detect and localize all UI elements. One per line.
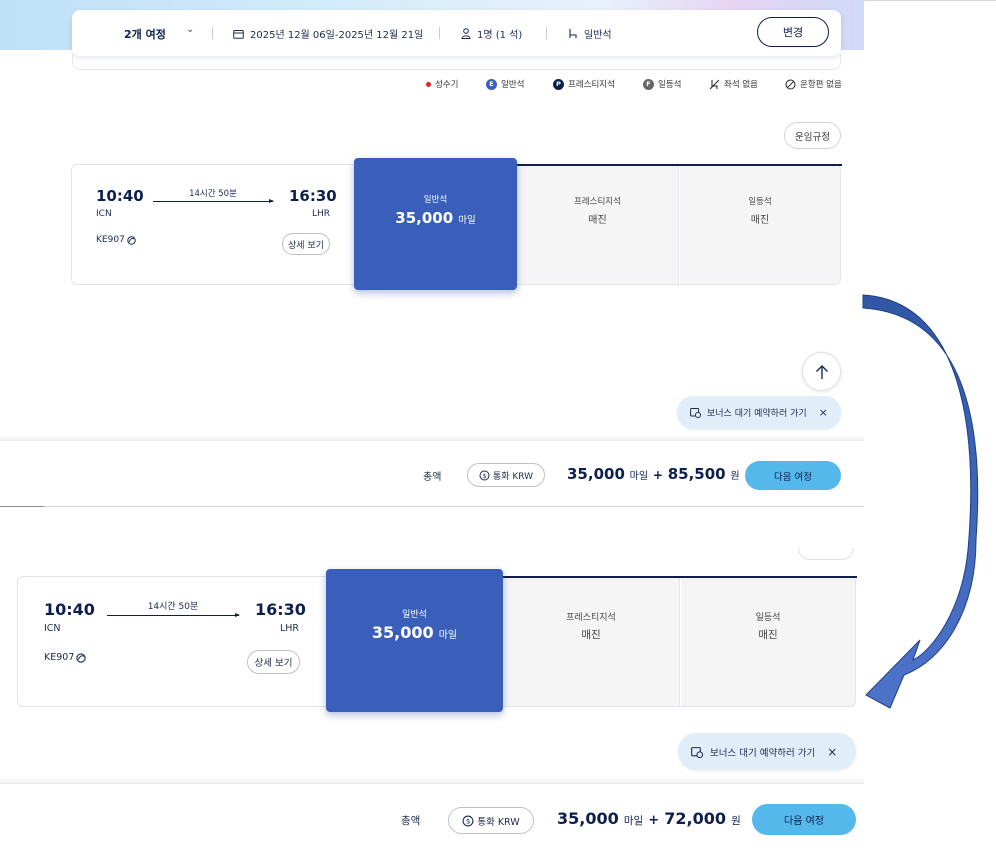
prestige-label: 프레스티지석 <box>574 197 621 207</box>
screenshot-divider-accent <box>0 506 44 507</box>
total-price-bar: 총액 $ 통화 KRW 35,000 마일 + 72,000 원 다음 여정 <box>0 783 864 852</box>
first-status: 매진 <box>758 629 778 641</box>
first-label: 일등석 <box>755 613 781 623</box>
passenger-count: 1명 (1 석) <box>461 26 522 41</box>
calendar-clock-icon <box>691 746 703 758</box>
prestige-badge-icon: P <box>553 78 564 90</box>
prestige-status: 매진 <box>588 215 607 226</box>
annotation-arrow-icon <box>862 294 979 709</box>
calendar-icon <box>233 29 244 39</box>
arrival-time: 16:30 <box>255 600 306 619</box>
trip-type-select[interactable]: 2개 여정 <box>124 26 166 42</box>
date-range: 2025년 12월 06일-2025년 12월 21일 <box>233 26 423 41</box>
flight-duration: 14시간 50분 <box>189 189 237 199</box>
departure-time: 10:40 <box>44 600 95 619</box>
legend-first: F 일등석 <box>643 78 681 90</box>
legend-peak: 성수기 <box>426 78 458 90</box>
search-summary-panel <box>72 54 841 70</box>
first-label: 일등석 <box>748 197 772 207</box>
departure-time: 10:40 <box>96 187 144 205</box>
no-seat-icon <box>709 79 720 89</box>
peak-dot-icon <box>426 81 431 87</box>
economy-class-selected[interactable]: 일반석 35,000 마일 <box>354 158 517 290</box>
arrival-airport: LHR <box>312 209 331 219</box>
first-status: 매진 <box>750 215 770 226</box>
screenshot-divider <box>0 506 864 507</box>
departure-airport: ICN <box>44 623 61 634</box>
fare-rules-button-partial[interactable] <box>798 548 854 560</box>
currency-selector[interactable]: $ 통화 KRW <box>448 807 534 834</box>
no-flight-icon <box>785 79 796 89</box>
date-range-text: 2025년 12월 06일-2025년 12월 21일 <box>250 30 424 41</box>
prestige-class-cell: 프레스티지석 매진 <box>517 166 679 284</box>
route-arrow <box>107 613 240 617</box>
arrow-up-icon <box>815 364 828 379</box>
flight-number: KE907 <box>96 235 136 245</box>
economy-label: 일반석 <box>402 610 427 620</box>
skyteam-icon <box>76 652 87 663</box>
first-class-cell: 일등석 매진 <box>681 578 855 706</box>
first-class-cell: 일등석 매진 <box>680 166 840 284</box>
economy-badge-icon: E <box>486 78 497 90</box>
close-icon[interactable]: × <box>827 745 837 759</box>
total-amount: 35,000 마일 + 85,500 원 <box>567 465 740 483</box>
chevron-down-icon[interactable]: ⌄ <box>186 24 194 35</box>
departure-airport: ICN <box>96 209 112 219</box>
legend-no-seat: 좌석 없음 <box>709 78 758 90</box>
bonus-waitlist-link[interactable]: 보너스 대기 예약하러 가기 <box>710 745 815 759</box>
cabin-text: 일반석 <box>584 30 612 41</box>
route-arrow <box>153 199 274 203</box>
seat-icon <box>569 29 577 38</box>
legend-economy: E 일반석 <box>486 78 524 90</box>
prestige-class-cell: 프레스티지석 매진 <box>503 578 680 706</box>
bonus-waitlist-banner[interactable]: 보너스 대기 예약하러 가기 × <box>678 733 856 770</box>
economy-class-selected[interactable]: 일반석 35,000 마일 <box>326 569 503 712</box>
flight-detail-button[interactable]: 상세 보기 <box>282 233 330 255</box>
prestige-label: 프레스티지석 <box>566 613 616 623</box>
total-label: 총액 <box>401 815 421 827</box>
currency-icon: $ <box>462 815 474 826</box>
currency-icon: $ <box>479 470 490 480</box>
arrival-airport: LHR <box>280 623 300 634</box>
separator <box>546 27 547 39</box>
calendar-clock-icon <box>690 408 701 418</box>
scroll-to-top-button[interactable] <box>802 352 841 391</box>
legend-prestige: P 프레스티지석 <box>553 78 615 90</box>
cabin-class: 일반석 <box>568 26 612 41</box>
prestige-status: 매진 <box>581 629 601 641</box>
total-amount: 35,000 마일 + 72,000 원 <box>557 809 741 828</box>
fare-rules-button[interactable]: 운임규정 <box>784 122 841 149</box>
flight-number: KE907 <box>44 652 87 663</box>
flight-duration: 14시간 50분 <box>147 602 199 612</box>
skyteam-icon <box>127 235 136 245</box>
search-summary-bar: 2개 여정 ⌄ 2025년 12월 06일-2025년 12월 21일 1명 (… <box>72 10 841 56</box>
next-itinerary-button[interactable]: 다음 여정 <box>752 804 856 835</box>
currency-selector[interactable]: $ 통화 KRW <box>467 463 545 487</box>
separator <box>439 27 440 39</box>
total-price-bar: 총액 $ 통화 KRW 35,000 마일 + 85,500 원 다음 여정 <box>0 440 864 506</box>
economy-price: 35,000 마일 <box>395 209 476 227</box>
bonus-waitlist-link[interactable]: 보너스 대기 예약하러 가기 <box>707 406 807 419</box>
separator <box>212 27 213 39</box>
bonus-waitlist-banner[interactable]: 보너스 대기 예약하러 가기 × <box>677 396 841 429</box>
person-icon <box>461 28 471 39</box>
svg-text:$: $ <box>482 472 486 480</box>
economy-price: 35,000 마일 <box>371 623 458 642</box>
first-badge-icon: F <box>643 78 654 90</box>
economy-label: 일반석 <box>423 195 448 205</box>
close-icon[interactable]: × <box>819 406 828 419</box>
next-itinerary-button[interactable]: 다음 여정 <box>745 461 841 490</box>
top-rule <box>864 0 996 1</box>
change-button[interactable]: 변경 <box>757 17 829 47</box>
comparison-canvas: 2개 여정 ⌄ 2025년 12월 06일-2025년 12월 21일 1명 (… <box>0 0 996 852</box>
arrival-time: 16:30 <box>289 187 337 205</box>
total-label: 총액 <box>423 472 442 483</box>
passenger-text: 1명 (1 석) <box>477 30 523 41</box>
svg-text:$: $ <box>466 816 471 825</box>
legend-no-flight: 운항편 없음 <box>785 78 842 90</box>
flight-detail-button[interactable]: 상세 보기 <box>247 650 300 674</box>
